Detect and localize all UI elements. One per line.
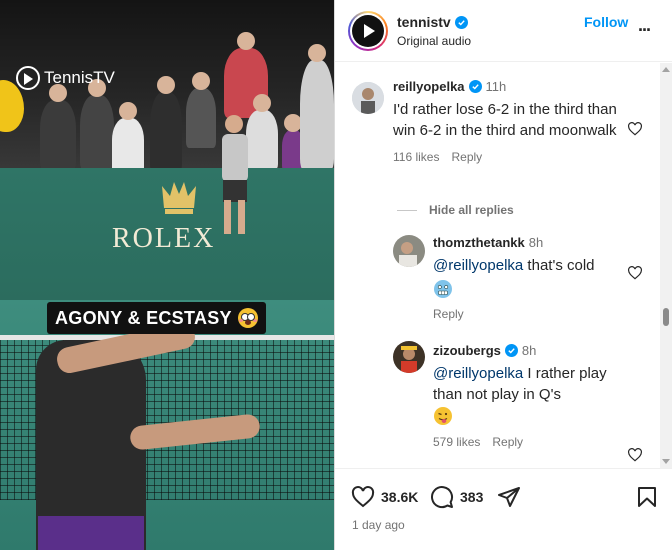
reply-button[interactable]: Reply: [433, 307, 464, 321]
player-shorts: [38, 516, 144, 550]
mention-link[interactable]: @reillyopelka: [433, 365, 523, 382]
video-player[interactable]: TennisTV ROLEX AGONY & ECSTASY: [0, 0, 334, 550]
scroll-up-arrow-icon[interactable]: [662, 67, 670, 72]
cold-face-emoji: [434, 280, 452, 298]
reply-text-content: that's cold: [523, 257, 595, 274]
scroll-down-arrow-icon[interactable]: [662, 459, 670, 464]
share-action: [497, 485, 521, 509]
tennistv-logo-icon: [352, 15, 384, 47]
reply-username[interactable]: thomzthetankk: [433, 235, 525, 250]
audio-label[interactable]: Original audio: [397, 34, 471, 48]
comment-username[interactable]: reillyopelka: [393, 79, 465, 94]
spectator: [80, 79, 114, 170]
verified-badge-icon: [454, 15, 468, 29]
tongue-face-emoji: [434, 407, 452, 425]
avatar[interactable]: [393, 235, 425, 267]
spectator: [150, 76, 182, 172]
reply-body: zizoubergs 8h @reillyopelka I rather pla…: [433, 343, 623, 449]
spectator: [186, 72, 216, 148]
reply-body: thomzthetankk 8h @reillyopelka that's co…: [433, 235, 623, 321]
rolex-banner: ROLEX: [112, 223, 216, 254]
reply-button[interactable]: Reply: [451, 150, 482, 164]
comment: reillyopelka 11h I'd rather lose 6-2 in …: [335, 63, 661, 193]
caption-text: AGONY & ECSTASY: [55, 307, 232, 328]
video-caption: AGONY & ECSTASY: [47, 302, 266, 334]
like-comment-heart-icon[interactable]: [627, 121, 643, 137]
post-panel: tennistv Original audio Follow ... reill…: [334, 0, 672, 550]
follow-button[interactable]: Follow: [584, 14, 628, 30]
comment-count[interactable]: 383: [460, 489, 483, 505]
share-icon[interactable]: [497, 485, 521, 509]
reply: thomzthetankk 8h @reillyopelka that's co…: [335, 225, 661, 325]
verified-badge-icon: [504, 344, 518, 357]
flushed-face-emoji: [237, 308, 258, 328]
reply-time[interactable]: 8h: [522, 343, 536, 358]
post-actions: 38.6K 383 1 day ago: [335, 468, 672, 550]
comment-likes[interactable]: 116 likes: [393, 150, 439, 164]
save-action: [635, 485, 659, 509]
spectator: [112, 102, 144, 173]
reply: zizoubergs 8h @reillyopelka I rather pla…: [335, 335, 661, 463]
comment-time[interactable]: 11h: [486, 79, 507, 94]
comment-text: I'd rather lose 6-2 in the third than wi…: [393, 101, 617, 139]
like-count[interactable]: 38.6K: [381, 489, 418, 505]
post-date[interactable]: 1 day ago: [352, 518, 405, 532]
reply-text: @reillyopelka that's cold: [433, 255, 623, 276]
comments-list: reillyopelka 11h I'd rather lose 6-2 in …: [335, 63, 672, 468]
spectator: [40, 84, 76, 170]
spectator: [300, 44, 334, 170]
reply-text: @reillyopelka I rather play than not pla…: [433, 363, 623, 405]
reply-likes[interactable]: 579 likes: [433, 435, 480, 449]
author-username[interactable]: tennistv: [397, 14, 451, 30]
divider: [397, 209, 417, 211]
heart-icon[interactable]: [351, 485, 375, 509]
comment-body: reillyopelka 11h I'd rather lose 6-2 in …: [393, 79, 623, 164]
tennistv-brand-text: TennisTV: [44, 68, 115, 87]
tennistv-play-icon: [16, 66, 40, 90]
like-action: 38.6K: [351, 485, 418, 509]
post-header: tennistv Original audio Follow ...: [335, 0, 672, 62]
avatar[interactable]: [393, 341, 425, 373]
bookmark-icon[interactable]: [635, 485, 659, 509]
like-reply-heart-icon[interactable]: [627, 265, 643, 281]
avatar[interactable]: [348, 11, 388, 51]
more-options-icon[interactable]: ...: [638, 16, 658, 40]
background-player: [222, 115, 248, 234]
mention-link[interactable]: @reillyopelka: [433, 257, 523, 274]
reply-username[interactable]: zizoubergs: [433, 343, 501, 358]
comment-action: 383: [430, 485, 483, 509]
comment-icon[interactable]: [430, 485, 454, 509]
reply-button[interactable]: Reply: [492, 435, 523, 449]
like-reply-heart-icon[interactable]: [627, 447, 643, 463]
hide-replies-button[interactable]: Hide all replies: [397, 203, 514, 217]
tennistv-logo: TennisTV: [16, 66, 115, 90]
avatar[interactable]: [352, 82, 384, 114]
scroll-thumb[interactable]: [663, 308, 669, 326]
hide-replies-label: Hide all replies: [429, 203, 514, 217]
foreground-player: [36, 340, 146, 550]
verified-badge-icon: [468, 80, 482, 93]
comments-scrollbar[interactable]: [660, 63, 672, 468]
reply-time[interactable]: 8h: [529, 235, 543, 250]
rolex-crown-icon: [162, 182, 196, 214]
post-author: tennistv: [397, 14, 468, 30]
